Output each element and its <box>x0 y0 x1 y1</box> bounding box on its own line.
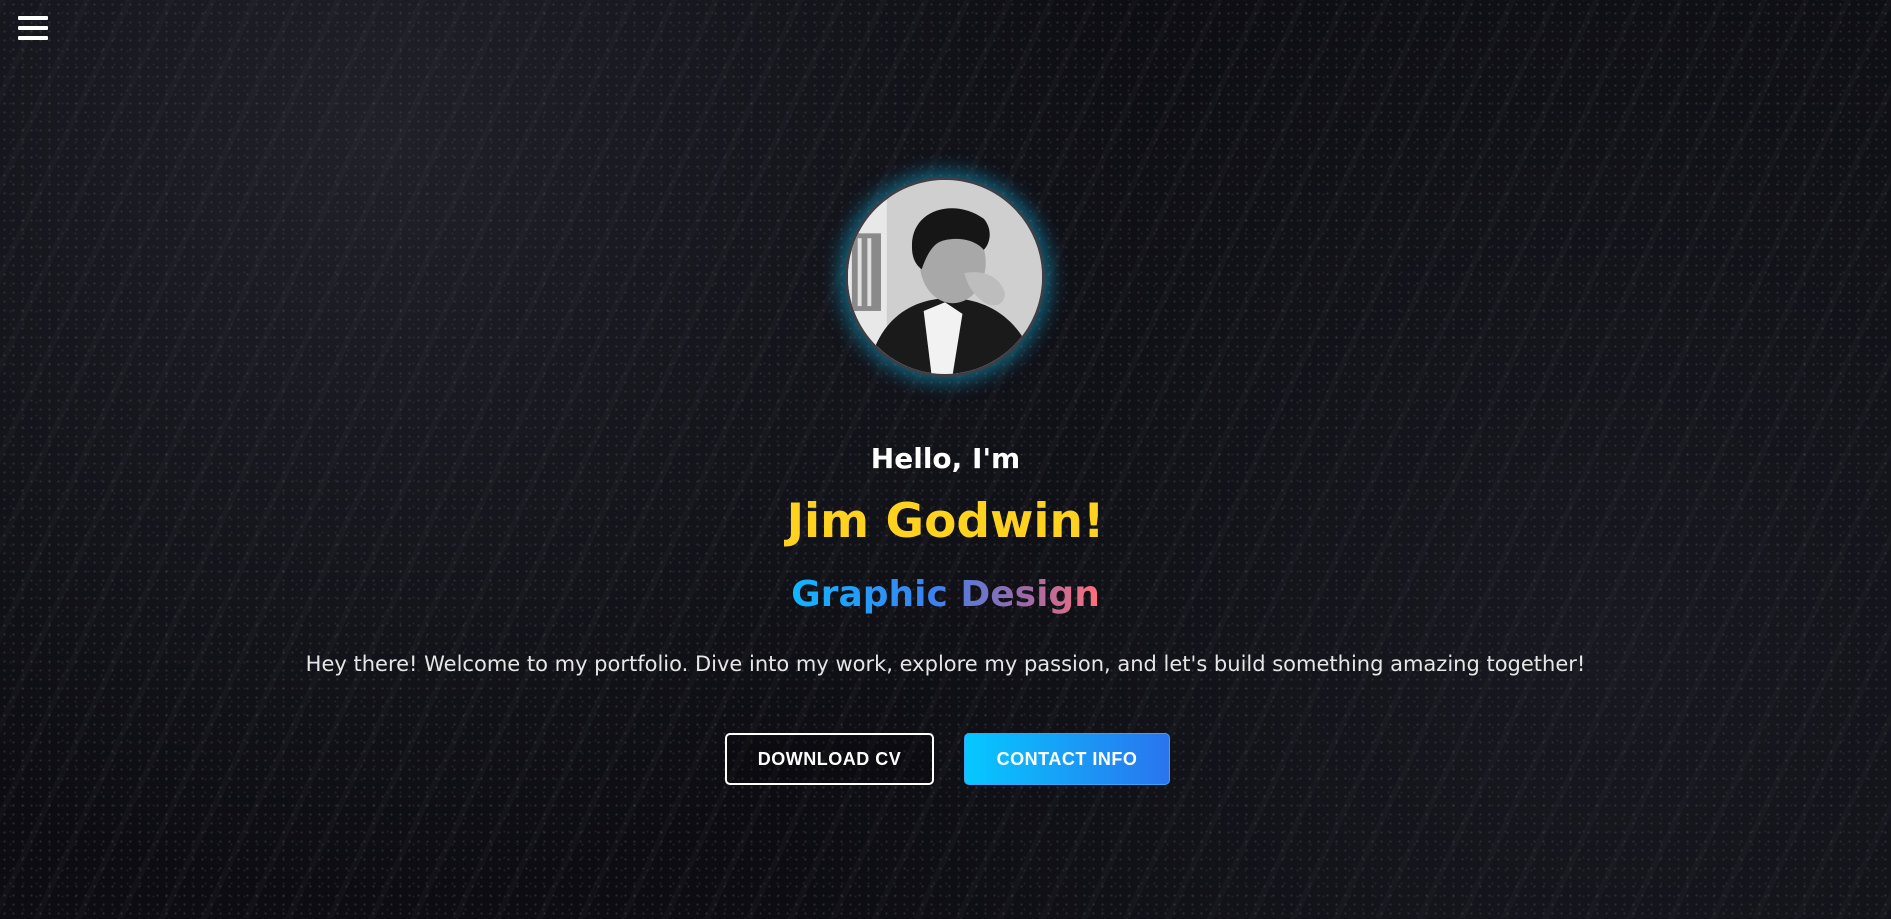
profile-photo-icon <box>848 180 1042 374</box>
avatar <box>845 177 1045 377</box>
greeting-text: Hello, I'm <box>870 442 1021 475</box>
role-title: Graphic Design <box>0 574 1891 615</box>
hero-section: Hello, I'm Jim Godwin! Graphic Design He… <box>0 0 1891 919</box>
download-cv-button[interactable]: DOWNLOAD CV <box>725 733 934 785</box>
contact-info-button[interactable]: CONTACT INFO <box>964 733 1170 785</box>
role-title-text: Graphic Design <box>791 574 1100 615</box>
hero-name: Jim Godwin! <box>786 494 1105 549</box>
intro-text: Hey there! Welcome to my portfolio. Dive… <box>305 652 1586 676</box>
